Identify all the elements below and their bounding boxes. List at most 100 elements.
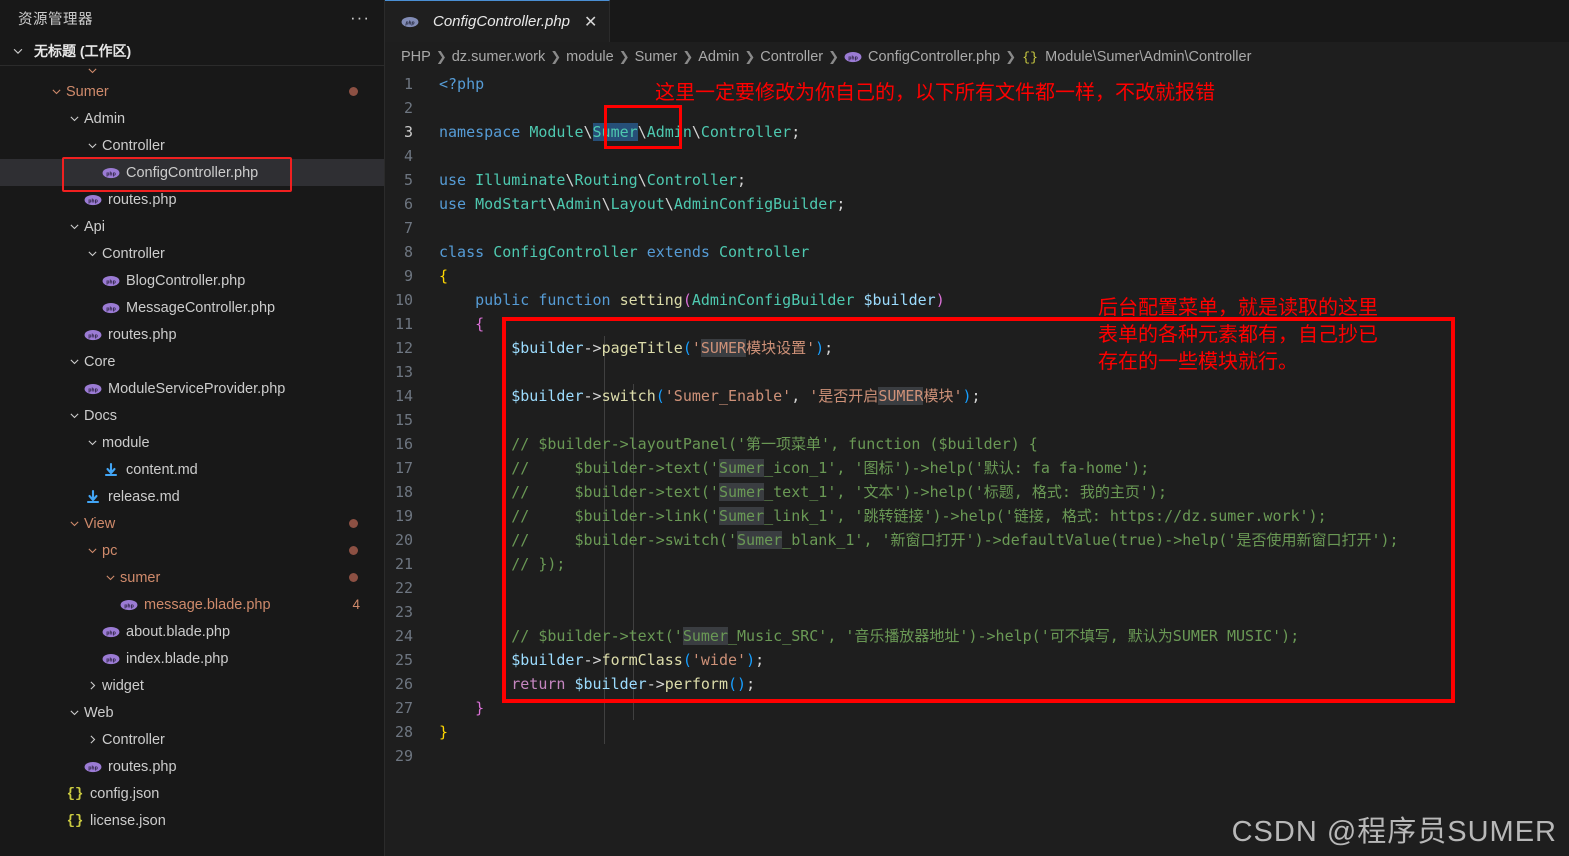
editor-area: php ConfigController.php ✕ PHP ❯ dz.sumer.… — [385, 0, 1569, 856]
tab-configcontroller[interactable]: php ConfigController.php ✕ — [385, 0, 611, 42]
breadcrumb-item[interactable]: dz.sumer.work — [452, 49, 545, 65]
php-file-icon: php — [102, 301, 120, 315]
tree-file-row[interactable]: php about.blade.php — [0, 618, 384, 645]
explorer-sidebar: 资源管理器 ··· 无标题 (工作区) Sumer Admin Controller… — [0, 0, 385, 856]
chevron-down-icon[interactable] — [66, 705, 82, 721]
code-content[interactable]: 1 <?php 2 3 namespace Module\Sumer\Admin\Con… — [385, 72, 1569, 768]
chevron-down-icon[interactable] — [66, 219, 82, 235]
symbol-namespace-icon: {} — [1022, 49, 1038, 65]
tree-folder-row[interactable]: Controller — [0, 240, 384, 267]
tree-folder-row[interactable]: sumer — [0, 564, 384, 591]
breadcrumb-separator-icon: ❯ — [1005, 49, 1017, 64]
chevron-down-icon[interactable] — [66, 354, 82, 370]
tree-folder-row[interactable]: pc — [0, 537, 384, 564]
breadcrumb-label: dz.sumer.work — [451, 49, 546, 65]
breadcrumb-label: PHP — [401, 49, 431, 65]
tree-folder-row[interactable]: Controller — [0, 132, 384, 159]
close-icon[interactable]: ✕ — [584, 12, 597, 32]
tree-file-row[interactable]: content.md — [0, 456, 384, 483]
tree-file-row[interactable]: php routes.php — [0, 186, 384, 213]
tree-folder-row[interactable]: Controller — [0, 726, 384, 753]
svg-text:php: php — [106, 306, 116, 312]
chevron-down-icon[interactable] — [102, 570, 118, 586]
more-actions-icon[interactable]: ··· — [350, 9, 370, 26]
chevron-down-icon[interactable] — [66, 111, 82, 127]
tree-folder-row[interactable]: Sumer — [0, 78, 384, 105]
tree-item-label: ConfigController.php — [126, 164, 259, 181]
tree-file-row[interactable]: php message.blade.php 4 — [0, 591, 384, 618]
tree-file-row[interactable]: php ModuleServiceProvider.php — [0, 375, 384, 402]
breadcrumb-item[interactable]: module — [566, 49, 614, 65]
tree-file-row[interactable]: php ConfigController.php — [0, 159, 384, 186]
tree-file-row[interactable]: {} license.json — [0, 807, 384, 834]
modified-indicator-dot — [349, 519, 358, 528]
tree-item-label: routes.php — [108, 758, 177, 775]
chevron-down-icon[interactable] — [66, 516, 82, 532]
php-file-icon: php — [102, 625, 120, 639]
tree-folder-row[interactable]: Api — [0, 213, 384, 240]
tree-item-label: Docs — [84, 407, 118, 424]
tree-folder-row[interactable]: Docs — [0, 402, 384, 429]
tree-folder-row[interactable]: module — [0, 429, 384, 456]
svg-text:php: php — [106, 279, 116, 285]
breadcrumb-item[interactable]: Controller — [760, 49, 823, 65]
tree-folder-row[interactable]: Core — [0, 348, 384, 375]
tree-item-label: Core — [84, 353, 116, 370]
chevron-down-icon[interactable] — [66, 408, 82, 424]
tree-file-row[interactable]: php routes.php — [0, 753, 384, 780]
tree-item-label: Admin — [84, 110, 126, 127]
tree-file-row[interactable]: php index.blade.php — [0, 645, 384, 672]
breadcrumb-separator-icon: ❯ — [828, 49, 839, 64]
php-file-icon: php — [84, 193, 102, 207]
svg-text:php: php — [106, 630, 116, 636]
tree-file-row[interactable]: php BlogController.php — [0, 267, 384, 294]
svg-text:php: php — [88, 387, 98, 393]
tab-bar: php ConfigController.php ✕ — [385, 0, 1569, 42]
php-file-icon: php — [102, 274, 120, 288]
tree-file-row[interactable]: release.md — [0, 483, 384, 510]
tree-item-label: ModuleServiceProvider.php — [108, 380, 286, 397]
tree-file-row[interactable]: php MessageController.php — [0, 294, 384, 321]
php-file-icon: php — [102, 166, 120, 180]
tree-folder-row[interactable]: View — [0, 510, 384, 537]
tree-file-row[interactable]: php routes.php — [0, 321, 384, 348]
tree-item-label: Sumer — [66, 83, 109, 100]
chevron-down-icon[interactable] — [84, 138, 100, 154]
tree-folder-row[interactable]: Admin — [0, 105, 384, 132]
chevron-right-icon[interactable] — [84, 678, 100, 694]
php-file-icon: php — [84, 382, 102, 396]
tree-item-label: config.json — [90, 785, 160, 802]
tree-item-label: routes.php — [108, 326, 177, 343]
chevron-down-icon[interactable] — [84, 246, 100, 262]
svg-text:php: php — [106, 171, 116, 177]
svg-text:php: php — [848, 55, 858, 61]
code-editor[interactable]: 1 <?php 2 3 namespace Module\Sumer\Admin\Con… — [385, 72, 1569, 856]
list-item-clipped[interactable] — [0, 66, 384, 78]
breadcrumb-label: ConfigController.php — [868, 49, 1001, 65]
php-file-icon: php — [84, 760, 102, 774]
tree-file-row[interactable]: {} config.json — [0, 780, 384, 807]
chevron-down-icon[interactable] — [84, 543, 100, 559]
chevron-right-icon[interactable] — [84, 732, 100, 748]
tree-folder-row[interactable]: widget — [0, 672, 384, 699]
tree-item-label: module — [102, 434, 150, 451]
workspace-root-row[interactable]: 无标题 (工作区) — [0, 36, 384, 66]
tree-folder-row[interactable]: Web — [0, 699, 384, 726]
chevron-down-icon[interactable] — [84, 435, 100, 451]
breadcrumb-label: Admin — [698, 49, 740, 65]
json-file-icon: {} — [66, 812, 84, 829]
vscode-window: 资源管理器 ··· 无标题 (工作区) Sumer Admin Controller… — [0, 0, 1569, 856]
workspace-label: 无标题 (工作区) — [34, 42, 132, 59]
chevron-down-icon[interactable] — [48, 84, 64, 100]
breadcrumb-item[interactable]: Sumer — [635, 49, 678, 65]
breadcrumb-item[interactable]: {} Module\Sumer\Admin\Controller — [1021, 49, 1251, 65]
svg-text:php: php — [88, 333, 98, 339]
tree-item-label: Web — [84, 704, 114, 721]
breadcrumb-item[interactable]: PHP — [401, 49, 431, 65]
tree-item-label: sumer — [120, 569, 161, 586]
breadcrumb[interactable]: PHP ❯ dz.sumer.work ❯ module ❯ Sumer ❯ Admin ❯ Con… — [385, 42, 1569, 72]
file-tree[interactable]: Sumer Admin Controller php ConfigController.… — [0, 66, 384, 856]
breadcrumb-item[interactable]: Admin — [698, 49, 739, 65]
breadcrumb-label: module — [566, 49, 614, 65]
breadcrumb-item[interactable]: php ConfigController.php — [844, 49, 1000, 65]
